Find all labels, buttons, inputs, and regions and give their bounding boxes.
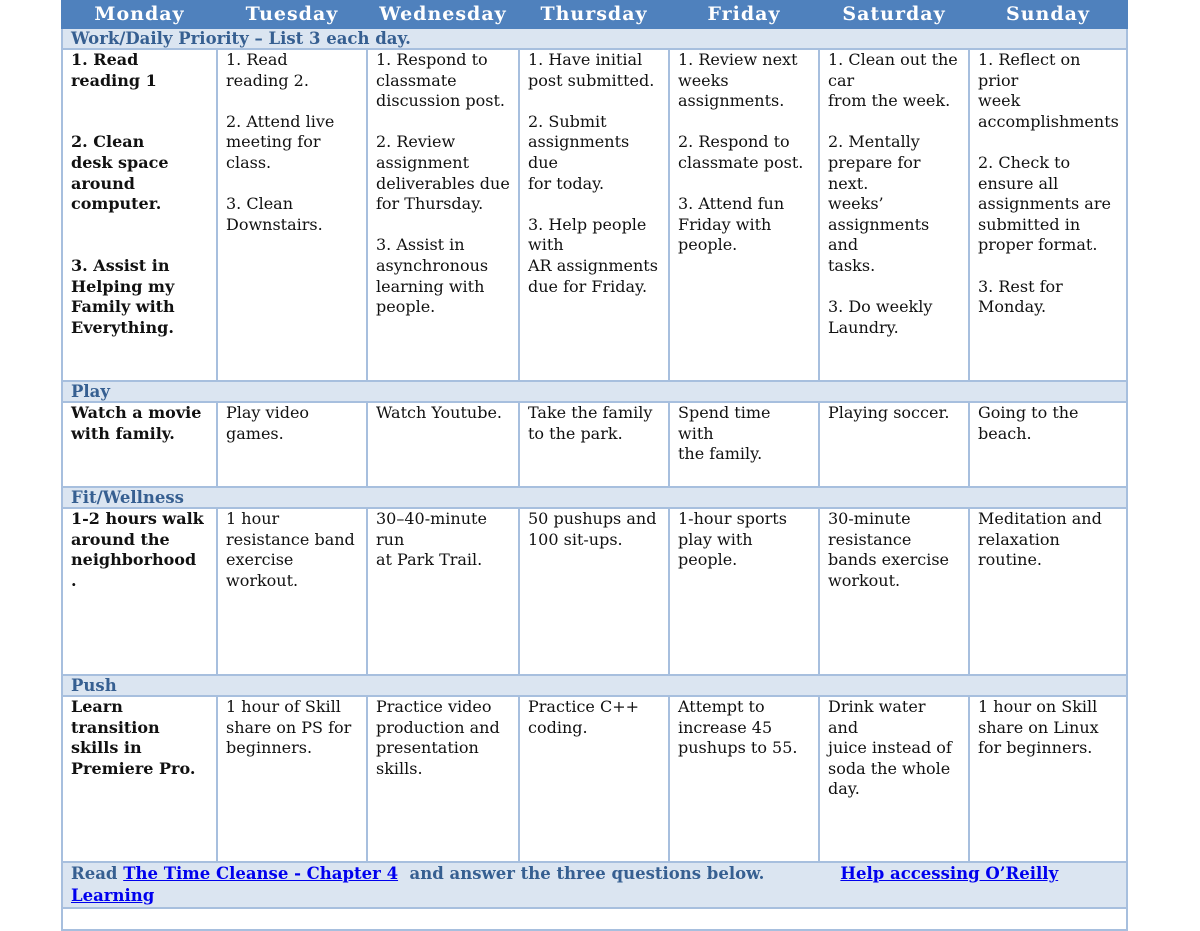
push-cell-sunday[interactable]: 1 hour on Skill share on Linux for begin…: [968, 695, 1128, 863]
reading-link[interactable]: The Time Cleanse - Chapter 4: [123, 864, 398, 883]
work-tuesday-item-1: 1. Read reading 2.: [226, 50, 309, 90]
push-thursday-text: Practice C++ coding.: [528, 697, 640, 737]
section-header-play: Play: [61, 380, 1128, 403]
work-friday-item-2: 2. Respond to classmate post.: [678, 132, 804, 172]
push-cell-wednesday[interactable]: Practice video production and presentati…: [366, 695, 520, 863]
play-cell-wednesday[interactable]: Watch Youtube.: [366, 401, 520, 488]
fit-cell-tuesday[interactable]: 1 hour resistance band exercise workout.: [216, 507, 368, 676]
fit-cell-sunday[interactable]: Meditation and relaxation routine.: [968, 507, 1128, 676]
push-sunday-text: 1 hour on Skill share on Linux for begin…: [978, 697, 1099, 758]
work-monday-item-1: 1. Read reading 1: [71, 50, 157, 90]
play-cell-saturday[interactable]: Playing soccer.: [818, 401, 970, 488]
day-header-wednesday: Wednesday: [366, 0, 520, 29]
push-cell-thursday[interactable]: Practice C++ coding.: [518, 695, 670, 863]
work-row: 1. Read reading 1 2. Clean desk space ar…: [61, 48, 1128, 382]
work-sunday-item-2: 2. Check to ensure all assignments are s…: [978, 152, 1111, 255]
work-thursday-item-3: 3. Help people with AR assignments due f…: [528, 214, 658, 296]
fit-cell-friday[interactable]: 1-hour sports play with people.: [668, 507, 820, 676]
play-sunday-text: Going to the beach.: [978, 403, 1079, 443]
planner-table: Monday Tuesday Wednesday Thursday Friday…: [61, 0, 1128, 931]
work-monday-item-2: 2. Clean desk space around computer.: [71, 132, 169, 214]
fit-cell-monday[interactable]: 1-2 hours walk around the neighborhood .: [61, 507, 218, 676]
fit-tuesday-text: 1 hour resistance band exercise workout.: [226, 509, 355, 590]
work-tuesday-item-2: 2. Attend live meeting for class.: [226, 111, 335, 172]
fit-saturday-text: 30-minute resistance bands exercise work…: [828, 509, 949, 590]
play-wednesday-text: Watch Youtube.: [376, 403, 503, 422]
section-header-work: Work/Daily Priority – List 3 each day.: [61, 27, 1128, 50]
day-header-thursday: Thursday: [518, 0, 670, 29]
work-thursday-item-1: 1. Have initial post submitted.: [528, 50, 655, 90]
day-header-row: Monday Tuesday Wednesday Thursday Friday…: [61, 0, 1128, 29]
push-cell-saturday[interactable]: Drink water and juice instead of soda th…: [818, 695, 970, 863]
work-cell-thursday[interactable]: 1. Have initial post submitted. 2. Submi…: [518, 48, 670, 382]
push-wednesday-text: Practice video production and presentati…: [376, 697, 500, 778]
reading-instructions-row: Read The Time Cleanse - Chapter 4 and an…: [61, 861, 1128, 909]
work-cell-sunday[interactable]: 1. Reflect on prior week accomplishments…: [968, 48, 1128, 382]
day-header-tuesday: Tuesday: [216, 0, 368, 29]
push-row: Learn transition skills in Premiere Pro.…: [61, 695, 1128, 863]
play-cell-tuesday[interactable]: Play video games.: [216, 401, 368, 488]
play-friday-text: Spend time with the family.: [678, 403, 771, 464]
fit-cell-wednesday[interactable]: 30–40-minute run at Park Trail.: [366, 507, 520, 676]
work-monday-item-3: 3. Assist in Helping my Family with Ever…: [71, 255, 175, 337]
work-cell-monday[interactable]: 1. Read reading 1 2. Clean desk space ar…: [61, 48, 218, 382]
push-cell-friday[interactable]: Attempt to increase 45 pushups to 55.: [668, 695, 820, 863]
fit-monday-text: 1-2 hours walk around the neighborhood .: [71, 509, 204, 590]
reading-instructions: Read The Time Cleanse - Chapter 4 and an…: [61, 861, 1128, 909]
work-wednesday-item-1: 1. Respond to classmate discussion post.: [376, 50, 505, 111]
day-header-sunday: Sunday: [968, 0, 1128, 29]
push-cell-monday[interactable]: Learn transition skills in Premiere Pro.: [61, 695, 218, 863]
play-cell-sunday[interactable]: Going to the beach.: [968, 401, 1128, 488]
section-title-push: Push: [61, 674, 1128, 697]
play-cell-monday[interactable]: Watch a movie with family.: [61, 401, 218, 488]
play-tuesday-text: Play video games.: [226, 403, 310, 443]
day-header-friday: Friday: [668, 0, 820, 29]
push-tuesday-text: 1 hour of Skill share on PS for beginner…: [226, 697, 352, 758]
fit-row: 1-2 hours walk around the neighborhood .…: [61, 507, 1128, 676]
play-thursday-text: Take the family to the park.: [528, 403, 653, 443]
fit-thursday-text: 50 pushups and 100 sit-ups.: [528, 509, 657, 549]
work-friday-item-3: 3. Attend fun Friday with people.: [678, 194, 785, 255]
push-cell-tuesday[interactable]: 1 hour of Skill share on PS for beginner…: [216, 695, 368, 863]
work-saturday-item-2: 2. Mentally prepare for next. weeks’ ass…: [828, 132, 930, 275]
play-monday-text: Watch a movie with family.: [71, 403, 202, 443]
push-saturday-text: Drink water and juice instead of soda th…: [828, 697, 952, 799]
fit-cell-thursday[interactable]: 50 pushups and 100 sit-ups.: [518, 507, 670, 676]
play-saturday-text: Playing soccer.: [828, 403, 950, 422]
play-row: Watch a movie with family. Play video ga…: [61, 401, 1128, 488]
work-wednesday-item-3: 3. Assist in asynchronous learning with …: [376, 235, 489, 317]
fit-friday-text: 1-hour sports play with people.: [678, 509, 787, 570]
play-cell-thursday[interactable]: Take the family to the park.: [518, 401, 670, 488]
push-friday-text: Attempt to increase 45 pushups to 55.: [678, 697, 798, 758]
section-header-fit: Fit/Wellness: [61, 486, 1128, 509]
section-title-work: Work/Daily Priority – List 3 each day.: [61, 27, 1128, 50]
work-thursday-item-2: 2. Submit assignments due for today.: [528, 111, 630, 193]
weekly-planner: Monday Tuesday Wednesday Thursday Friday…: [61, 0, 1128, 931]
work-saturday-item-3: 3. Do weekly Laundry.: [828, 297, 933, 337]
work-sunday-item-1: 1. Reflect on prior week accomplishments: [978, 50, 1119, 131]
work-saturday-item-1: 1. Clean out the car from the week.: [828, 50, 958, 111]
work-cell-tuesday[interactable]: 1. Read reading 2. 2. Attend live meetin…: [216, 48, 368, 382]
reading-prefix: Read: [71, 864, 124, 883]
section-title-play: Play: [61, 380, 1128, 403]
fit-cell-saturday[interactable]: 30-minute resistance bands exercise work…: [818, 507, 970, 676]
fit-wednesday-text: 30–40-minute run at Park Trail.: [376, 509, 487, 570]
push-monday-text: Learn transition skills in Premiere Pro.: [71, 697, 196, 778]
work-tuesday-item-3: 3. Clean Downstairs.: [226, 194, 323, 234]
work-friday-item-1: 1. Review next weeks assignments.: [678, 50, 798, 111]
fit-sunday-text: Meditation and relaxation routine.: [978, 509, 1102, 570]
work-sunday-item-3: 3. Rest for Monday.: [978, 276, 1063, 317]
section-header-push: Push: [61, 674, 1128, 697]
day-header-saturday: Saturday: [818, 0, 970, 29]
work-cell-friday[interactable]: 1. Review next weeks assignments. 2. Res…: [668, 48, 820, 382]
section-title-fit: Fit/Wellness: [61, 486, 1128, 509]
work-wednesday-item-2: 2. Review assignment deliverables due fo…: [376, 132, 510, 214]
reading-middle: and answer the three questions below.: [398, 864, 765, 883]
play-cell-friday[interactable]: Spend time with the family.: [668, 401, 820, 488]
day-header-monday: Monday: [61, 0, 218, 29]
work-cell-saturday[interactable]: 1. Clean out the car from the week. 2. M…: [818, 48, 970, 382]
work-cell-wednesday[interactable]: 1. Respond to classmate discussion post.…: [366, 48, 520, 382]
